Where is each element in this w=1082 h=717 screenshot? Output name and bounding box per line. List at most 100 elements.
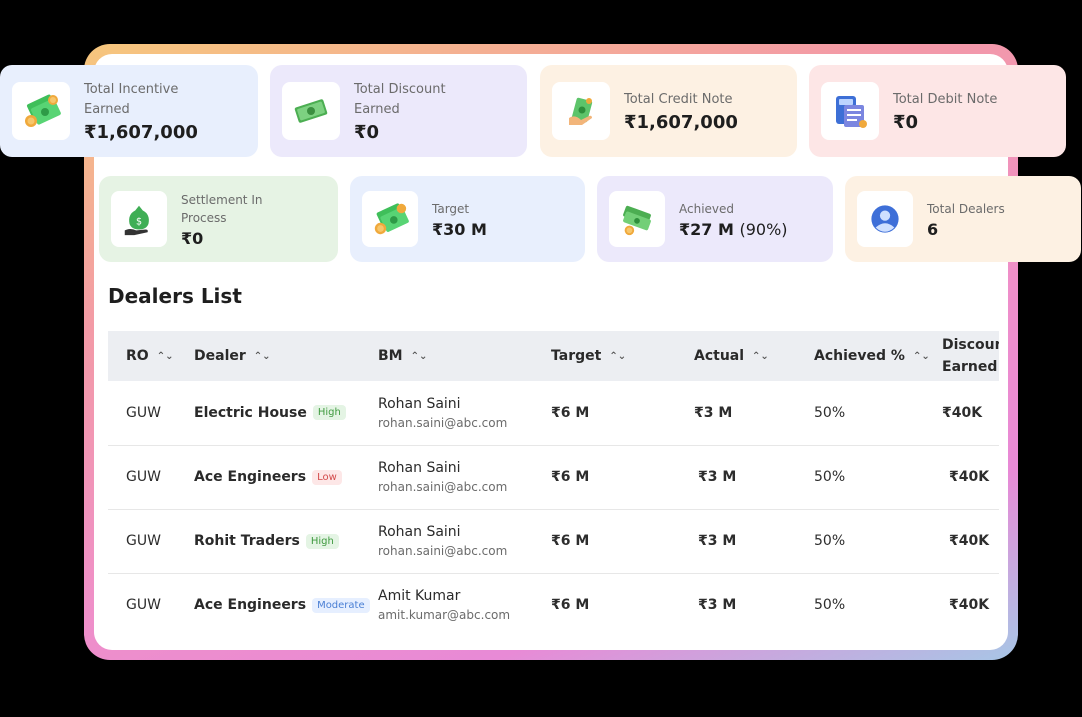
dealer-name: Electric House — [194, 404, 307, 421]
column-header-achieved[interactable]: Achieved % ⌃⌄ — [814, 331, 942, 381]
cell-actual: ₹3 M — [698, 597, 737, 613]
money-cash-icon — [12, 82, 70, 140]
card-label: Settlement In Process — [181, 192, 263, 225]
column-header-label: Discount Earned — [942, 337, 999, 375]
calculator-invoice-icon — [821, 82, 879, 140]
bm-email: amit.kumar@abc.com — [378, 608, 511, 622]
money-cash-icon — [362, 191, 418, 247]
bm-name: Rohan Saini — [378, 395, 461, 412]
column-header-bm[interactable]: BM ⌃⌄ — [378, 331, 551, 381]
bm-name: Rohan Saini — [378, 524, 461, 540]
cell-discount: ₹40K — [949, 469, 990, 485]
column-header-target[interactable]: Target ⌃⌄ — [551, 331, 694, 381]
sort-icon[interactable]: ⌃⌄ — [157, 351, 174, 362]
table-row[interactable]: GUW Ace Engineers Low Rohan Saini rohan.sa… — [108, 445, 999, 509]
column-header-ro[interactable]: RO ⌃⌄ — [108, 331, 194, 381]
card-value: ₹1,607,000 — [84, 121, 198, 143]
cell-ro: GUW — [126, 533, 161, 549]
card-total-dealers[interactable]: Total Dealers 6 — [845, 176, 1081, 262]
column-header-discount[interactable]: Discount Earned — [942, 331, 999, 381]
card-label: Total Dealers — [927, 201, 1005, 216]
card-label: Total Incentive Earned — [84, 81, 179, 117]
dealer-name: Ace Engineers — [194, 469, 307, 485]
card-value: ₹0 — [893, 111, 919, 133]
cell-bm: Amit Kumar amit.kumar@abc.com — [378, 573, 551, 635]
card-label: Achieved — [679, 201, 735, 216]
table-header-row: RO ⌃⌄ Dealer ⌃⌄ BM ⌃⌄ Target ⌃⌄ Actual ⌃⌄ Ach… — [108, 331, 999, 381]
bm-email: rohan.saini@abc.com — [378, 544, 508, 558]
sort-icon[interactable]: ⌃⌄ — [752, 351, 769, 362]
cell-bm: Rohan Saini rohan.saini@abc.com — [378, 509, 551, 573]
sort-icon[interactable]: ⌃⌄ — [913, 351, 930, 362]
user-avatar-icon — [857, 191, 913, 247]
priority-badge: Moderate — [312, 597, 370, 613]
card-value: ₹0 — [354, 121, 380, 143]
card-label: Target — [432, 201, 470, 216]
bm-name: Amit Kumar — [378, 588, 461, 604]
bm-name: Rohan Saini — [378, 460, 461, 476]
card-settlement-in-process[interactable]: $ Settlement In Process ₹0 — [99, 176, 338, 262]
dealers-table: RO ⌃⌄ Dealer ⌃⌄ BM ⌃⌄ Target ⌃⌄ Actual ⌃⌄ Ach… — [108, 331, 999, 635]
cell-target: ₹6 M — [551, 597, 590, 613]
card-value: ₹1,607,000 — [624, 111, 738, 133]
column-header-label: RO — [126, 348, 149, 364]
column-header-label: Dealer — [194, 348, 246, 364]
cell-target: ₹6 M — [551, 533, 590, 549]
achieved-amount: ₹27 M — [679, 219, 734, 239]
cell-dealer: Ace Engineers Moderate — [194, 573, 378, 635]
priority-badge: High — [305, 533, 339, 549]
cell-ro: GUW — [126, 469, 161, 485]
card-achieved[interactable]: Achieved ₹27 M (90%) — [597, 176, 833, 262]
bm-email: rohan.saini@abc.com — [378, 480, 508, 494]
banknote-icon — [282, 82, 340, 140]
card-value: ₹27 M (90%) — [679, 220, 788, 239]
sort-icon[interactable]: ⌃⌄ — [411, 351, 428, 362]
cell-discount: ₹40K — [949, 597, 990, 613]
column-header-dealer[interactable]: Dealer ⌃⌄ — [194, 331, 378, 381]
cell-bm: Rohan Saini rohan.saini@abc.com — [378, 445, 551, 509]
dealer-name: Rohit Traders — [194, 533, 300, 549]
cell-ro: GUW — [126, 597, 161, 613]
priority-badge: Low — [312, 469, 342, 485]
card-total-credit-note[interactable]: Total Credit Note ₹1,607,000 — [540, 65, 797, 157]
card-value: 6 — [927, 219, 939, 239]
cell-achieved: 50% — [814, 597, 846, 613]
cell-actual: ₹3 M — [694, 404, 733, 421]
cell-achieved: 50% — [814, 533, 846, 549]
cell-target: ₹6 M — [551, 469, 590, 485]
card-label: Total Discount Earned — [354, 81, 446, 117]
column-header-actual[interactable]: Actual ⌃⌄ — [694, 331, 814, 381]
card-total-discount[interactable]: Total Discount Earned ₹0 — [270, 65, 527, 157]
banknote-hand-icon — [552, 82, 610, 140]
sort-icon[interactable]: ⌃⌄ — [254, 351, 271, 362]
column-header-label: Achieved % — [814, 348, 905, 364]
card-total-incentive[interactable]: Total Incentive Earned ₹1,607,000 — [0, 65, 258, 157]
column-header-label: Actual — [694, 348, 745, 364]
priority-badge: High — [312, 405, 346, 421]
money-bag-hand-icon: $ — [111, 191, 167, 247]
card-target[interactable]: Target ₹30 M — [350, 176, 585, 262]
table-row[interactable]: GUW Rohit Traders High Rohan Saini rohan.s… — [108, 509, 999, 573]
dealer-name: Ace Engineers — [194, 597, 307, 613]
bm-email: rohan.saini@abc.com — [378, 415, 508, 430]
card-label: Total Credit Note — [624, 91, 733, 107]
cell-dealer: Electric House High — [194, 381, 378, 445]
achieved-percent: (90%) — [739, 219, 788, 239]
svg-text:$: $ — [136, 217, 142, 228]
cell-dealer: Ace Engineers Low — [194, 445, 378, 509]
card-total-debit-note[interactable]: Total Debit Note ₹0 — [809, 65, 1066, 157]
card-label: Total Debit Note — [893, 91, 998, 107]
cell-bm: Rohan Saini rohan.saini@abc.com — [378, 381, 551, 445]
column-header-label: BM — [378, 348, 403, 364]
sort-icon[interactable]: ⌃⌄ — [609, 351, 626, 362]
cell-actual: ₹3 M — [698, 469, 737, 485]
table-row[interactable]: GUW Electric House High Rohan Saini rohan.… — [108, 381, 999, 445]
cell-discount: ₹40K — [949, 533, 990, 549]
cell-dealer: Rohit Traders High — [194, 509, 378, 573]
money-stack-icon — [609, 191, 665, 247]
cell-target: ₹6 M — [551, 404, 590, 421]
table-row[interactable]: GUW Ace Engineers Moderate Amit Kumar amit… — [108, 573, 999, 635]
cell-ro: GUW — [126, 404, 161, 421]
cell-achieved: 50% — [814, 404, 846, 421]
card-value: ₹0 — [181, 228, 204, 248]
